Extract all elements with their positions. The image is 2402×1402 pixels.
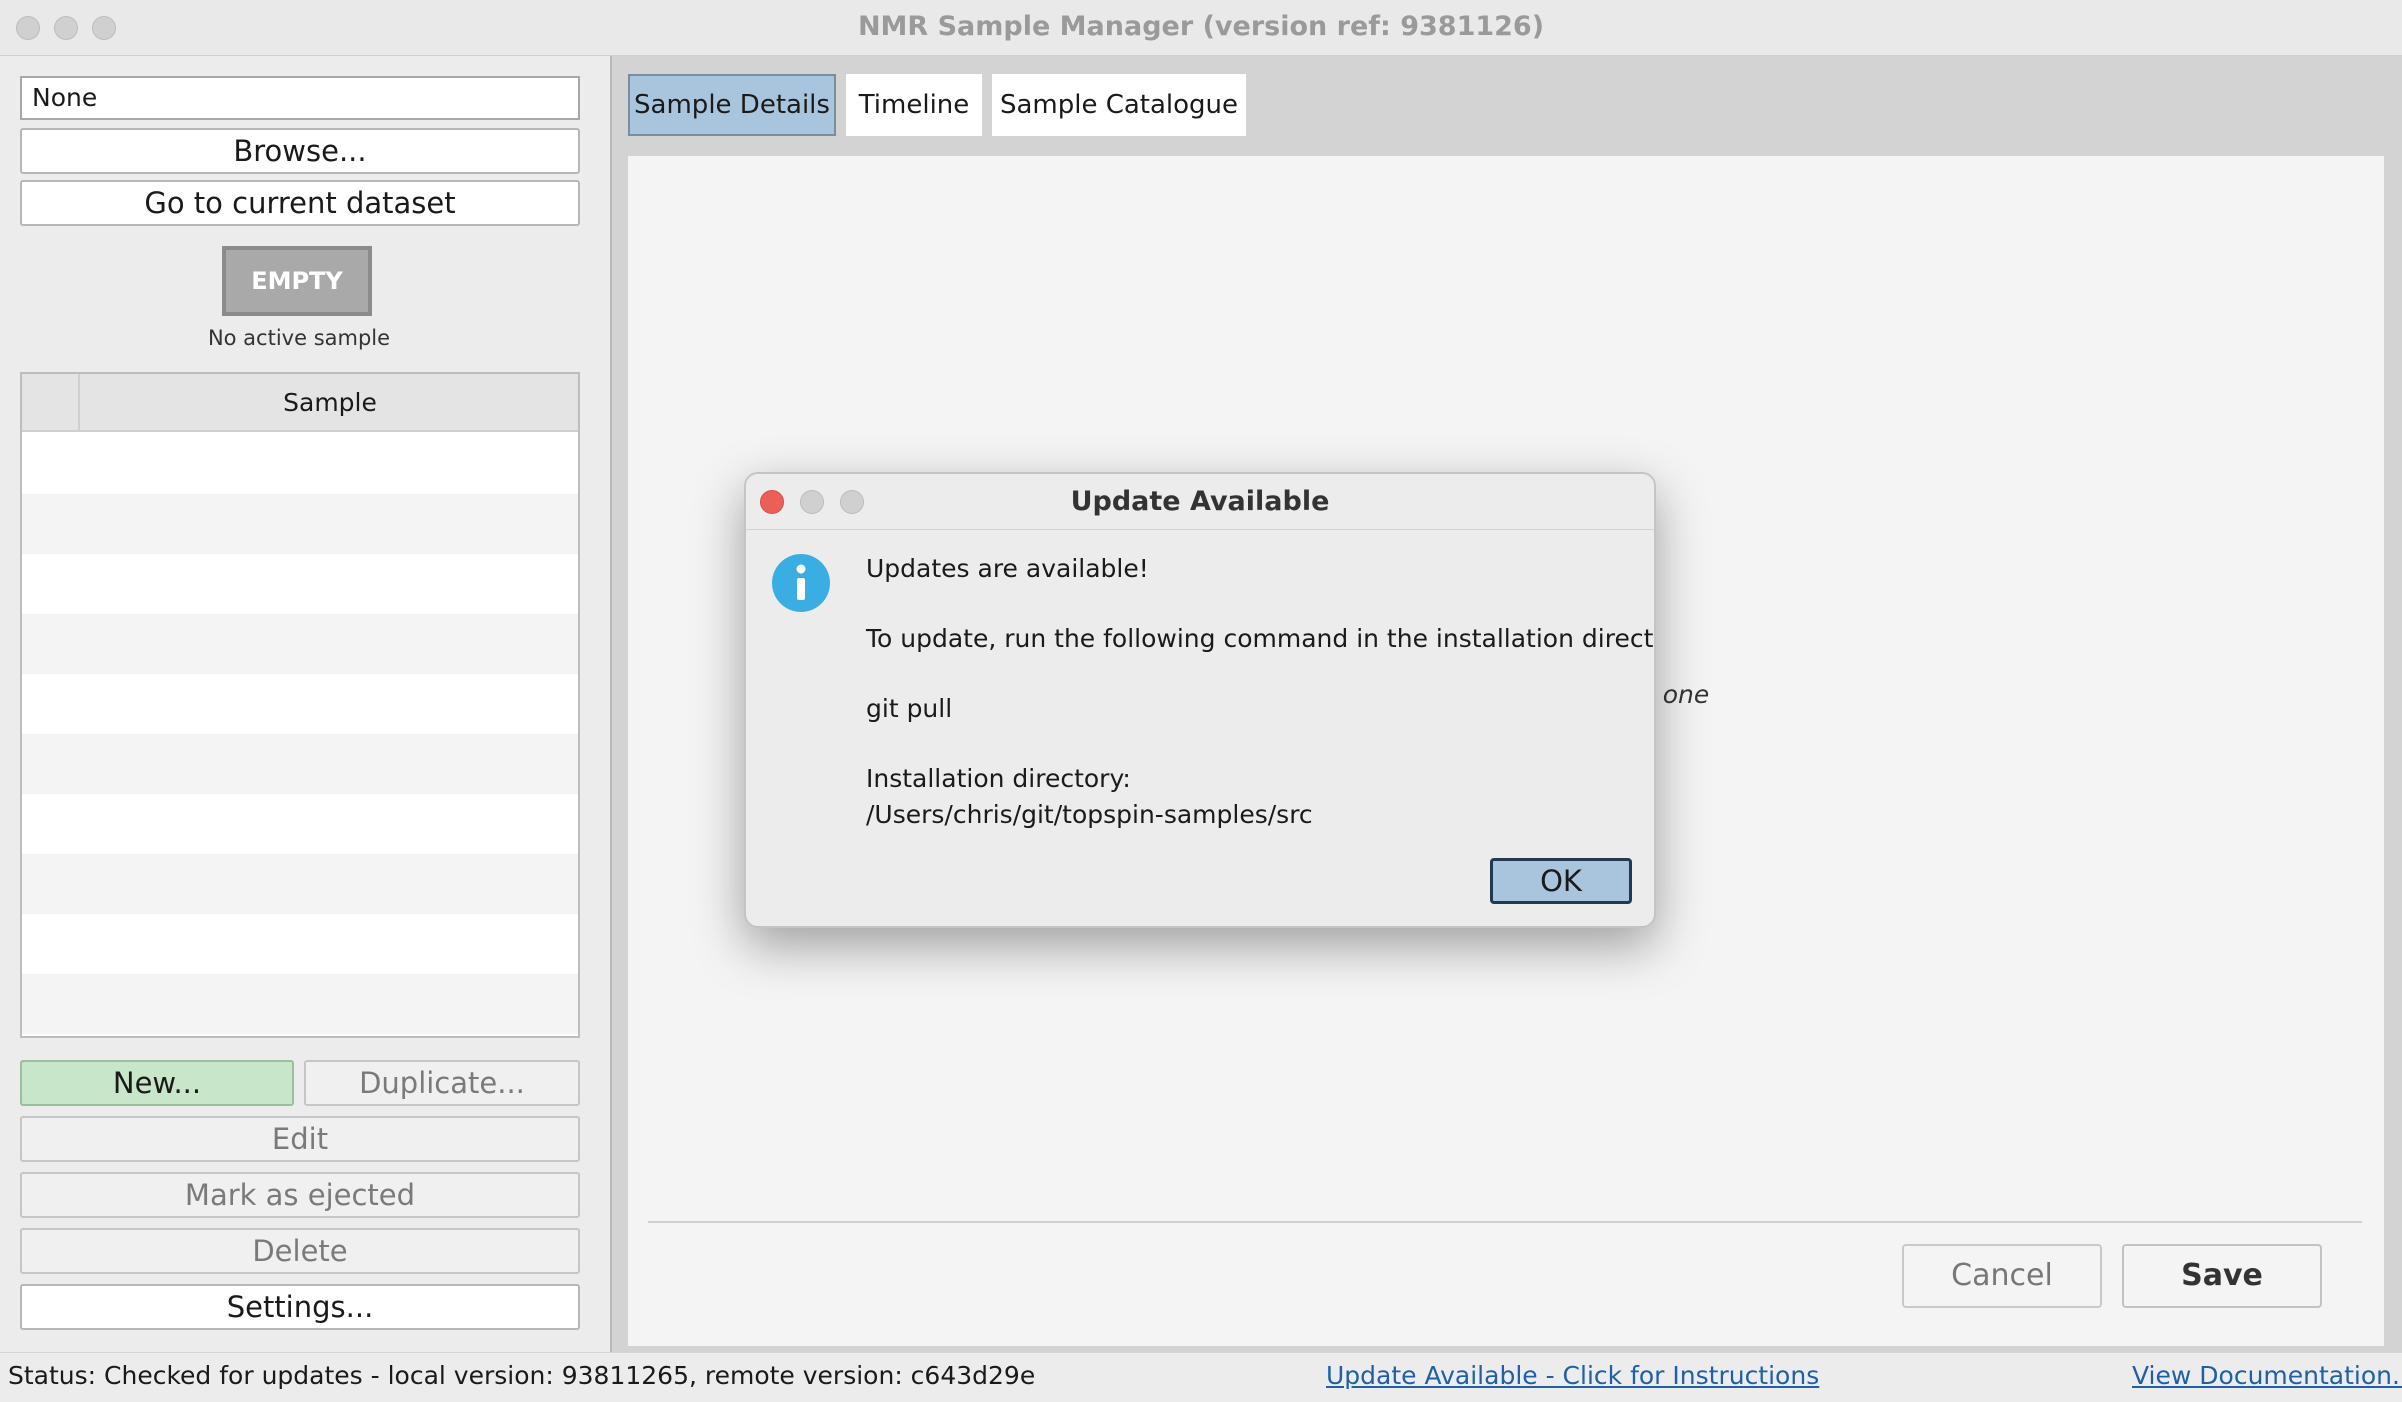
edit-button[interactable]: Edit bbox=[20, 1116, 580, 1162]
table-header: Sample bbox=[22, 374, 578, 432]
table-row[interactable] bbox=[22, 854, 578, 914]
dialog-title: Update Available bbox=[1070, 486, 1330, 517]
dialog-command: git pull bbox=[866, 694, 953, 723]
table-row[interactable] bbox=[22, 494, 578, 554]
save-button[interactable]: Save bbox=[2122, 1244, 2322, 1308]
tab-timeline[interactable]: Timeline bbox=[846, 74, 982, 136]
update-dialog: Update Available Updates are available! … bbox=[744, 472, 1656, 928]
table-header-index bbox=[22, 374, 80, 432]
dialog-installation-label: Installation directory: bbox=[866, 764, 1131, 793]
update-available-link[interactable]: Update Available - Click for Instruction… bbox=[1326, 1361, 1819, 1390]
duplicate-button[interactable]: Duplicate... bbox=[304, 1060, 580, 1106]
dialog-minimize-button[interactable] bbox=[800, 490, 824, 514]
settings-button[interactable]: Settings... bbox=[20, 1284, 580, 1330]
dialog-message-line1: Updates are available! bbox=[866, 554, 1149, 583]
table-header-sample[interactable]: Sample bbox=[82, 374, 578, 432]
table-row[interactable] bbox=[22, 794, 578, 854]
dialog-message-line2: To update, run the following command in … bbox=[866, 624, 1656, 653]
go-to-current-dataset-button[interactable]: Go to current dataset bbox=[20, 180, 580, 226]
info-icon-glyph bbox=[796, 564, 806, 600]
content-divider bbox=[648, 1221, 2362, 1223]
new-sample-button[interactable]: New... bbox=[20, 1060, 294, 1106]
status-bar: Status: Checked for updates - local vers… bbox=[0, 1352, 2402, 1402]
ok-button[interactable]: OK bbox=[1490, 858, 1632, 904]
sample-table[interactable]: Sample bbox=[20, 372, 580, 1038]
table-row[interactable] bbox=[22, 434, 578, 494]
dialog-installation-path: /Users/chris/git/topspin-samples/src bbox=[866, 800, 1313, 829]
mark-as-ejected-button[interactable]: Mark as ejected bbox=[20, 1172, 580, 1218]
table-row[interactable] bbox=[22, 614, 578, 674]
delete-button[interactable]: Delete bbox=[20, 1228, 580, 1274]
dataset-field[interactable]: None bbox=[20, 76, 580, 120]
dialog-close-button[interactable] bbox=[760, 490, 784, 514]
tab-sample-details[interactable]: Sample Details bbox=[628, 74, 836, 136]
table-row[interactable] bbox=[22, 914, 578, 974]
browse-button[interactable]: Browse... bbox=[20, 128, 580, 174]
view-documentation-link[interactable]: View Documentation... bbox=[2132, 1361, 2402, 1390]
sample-status-badge: EMPTY bbox=[222, 246, 372, 316]
cancel-button[interactable]: Cancel bbox=[1902, 1244, 2102, 1308]
table-row[interactable] bbox=[22, 554, 578, 614]
window-title: NMR Sample Manager (version ref: 9381126… bbox=[857, 11, 1545, 42]
table-row[interactable] bbox=[22, 734, 578, 794]
table-row[interactable] bbox=[22, 974, 578, 1034]
info-icon bbox=[772, 554, 830, 612]
dialog-zoom-button[interactable] bbox=[840, 490, 864, 514]
status-text: Status: Checked for updates - local vers… bbox=[8, 1361, 1036, 1390]
no-active-sample-label: No active sample bbox=[207, 326, 391, 350]
table-row[interactable] bbox=[22, 674, 578, 734]
tab-sample-catalogue[interactable]: Sample Catalogue bbox=[992, 74, 1246, 136]
